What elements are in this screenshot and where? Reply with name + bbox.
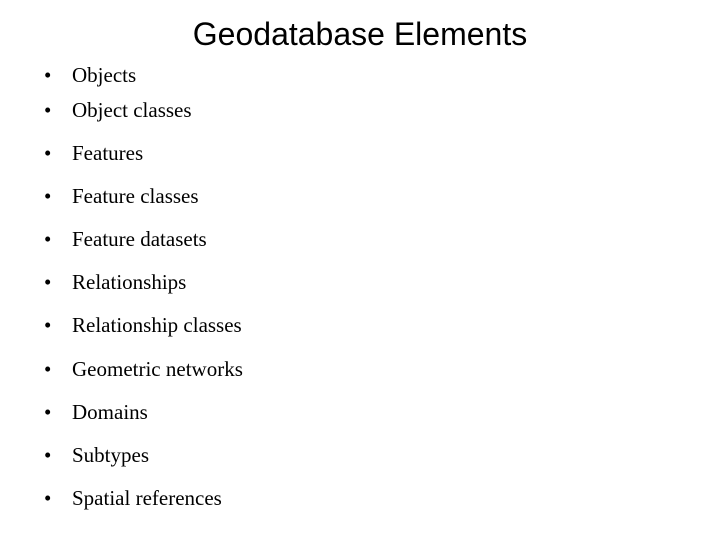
bullet-icon: •: [44, 63, 52, 87]
slide-title: Geodatabase Elements: [192, 16, 528, 52]
bullet-item: • Relationships: [44, 268, 186, 296]
bullet-icon: •: [44, 443, 52, 467]
bullet-item: • Subtypes: [44, 441, 149, 469]
bullet-icon: •: [44, 184, 52, 208]
bullet-icon: •: [44, 227, 52, 251]
bullet-text: Object classes: [72, 98, 192, 122]
bullet-text: Relationships: [72, 270, 187, 294]
bullet-item: • Relationship classes: [44, 311, 242, 339]
bullet-icon: •: [44, 357, 52, 381]
bullet-text: Subtypes: [72, 443, 150, 467]
bullet-item: • Spatial references: [44, 484, 222, 512]
bullet-icon: •: [44, 98, 52, 122]
bullet-text: Spatial references: [72, 486, 222, 510]
bullet-icon: •: [44, 400, 52, 424]
bullet-text: Relationship classes: [72, 313, 242, 337]
bullet-icon: •: [44, 270, 52, 294]
bullet-text: Domains: [72, 400, 148, 424]
bullet-item: • Objects: [44, 61, 136, 89]
bullet-item: • Features: [44, 139, 143, 167]
bullet-icon: •: [44, 313, 52, 337]
bullet-icon: •: [44, 486, 52, 510]
bullet-text: Geometric networks: [72, 357, 243, 381]
bullet-item: • Object classes: [44, 96, 192, 124]
bullet-item: • Feature datasets: [44, 225, 207, 253]
bullet-item: • Domains: [44, 398, 148, 426]
bullet-text: Feature datasets: [72, 227, 207, 251]
bullet-text: Features: [72, 141, 144, 165]
bullet-icon: •: [44, 141, 52, 165]
bullet-item: • Geometric networks: [44, 355, 243, 383]
bullet-item: • Feature classes: [44, 182, 199, 210]
bullet-text: Feature classes: [72, 184, 199, 208]
bullet-text: Objects: [72, 63, 137, 87]
